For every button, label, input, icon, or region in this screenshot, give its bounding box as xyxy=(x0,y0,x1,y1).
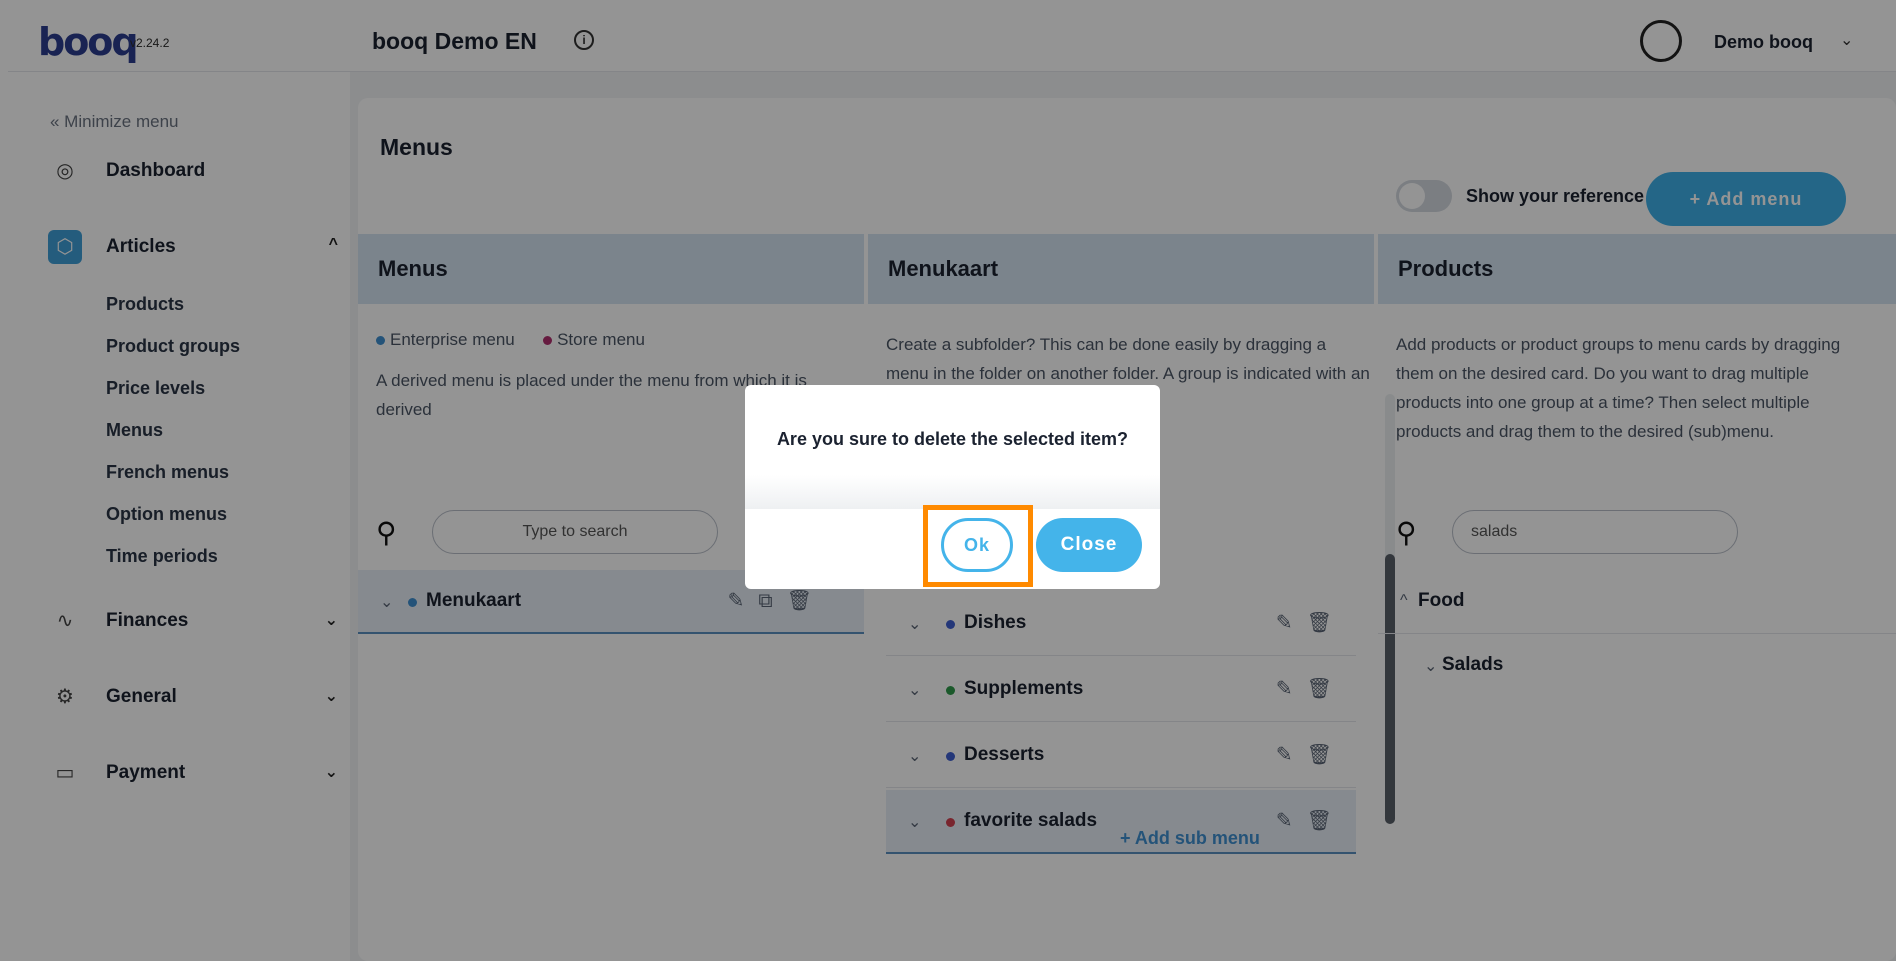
ok-button-highlight xyxy=(923,505,1033,587)
dialog-message: Are you sure to delete the selected item… xyxy=(776,429,1129,449)
dialog-divider xyxy=(745,475,1160,509)
close-button[interactable]: Close xyxy=(1036,518,1142,572)
